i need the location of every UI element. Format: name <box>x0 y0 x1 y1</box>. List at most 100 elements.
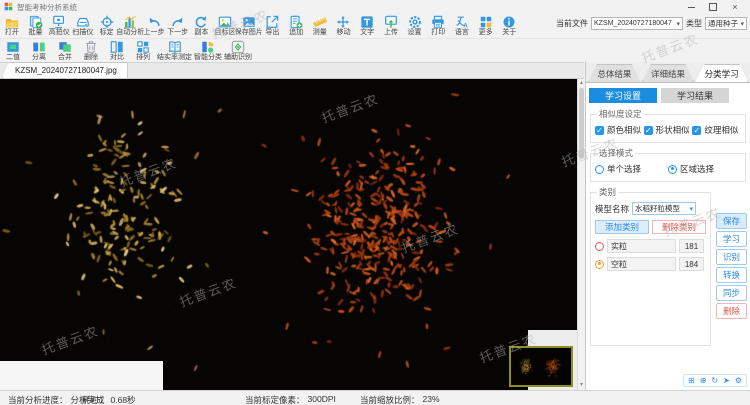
scroll-up-icon[interactable]: ▴ <box>578 80 585 87</box>
arrange-button-label: 排列 <box>136 54 150 62</box>
duplicate-button-label: 副本 <box>194 29 208 37</box>
move-button[interactable]: 移动 <box>332 14 356 37</box>
calibrate-button[interactable]: 标定 <box>95 14 119 37</box>
separate-icon <box>32 39 46 54</box>
compare-button[interactable]: 对比 <box>104 39 130 63</box>
close-button[interactable]: × <box>730 2 740 12</box>
about-icon <box>502 14 516 29</box>
delete-model-button[interactable]: 删除 <box>716 303 747 319</box>
shape-similar-checkbox[interactable]: ✓形状相似 <box>644 124 693 136</box>
settings-icon <box>408 14 422 29</box>
pointer-icon[interactable]: ➤ <box>723 376 730 385</box>
zoom-ratio-value: 23% <box>423 394 440 405</box>
convert-button[interactable]: 转换 <box>716 267 747 283</box>
upload-button[interactable]: 上传 <box>379 14 403 37</box>
image-canvas-area[interactable] <box>0 79 577 390</box>
redo-button[interactable]: 下一步 <box>166 14 190 37</box>
category-legend: 类别 <box>597 186 618 198</box>
tab-classification-learning[interactable]: 分类学习 <box>695 64 748 82</box>
rotate-icon[interactable]: ↻ <box>711 376 718 385</box>
filled-grain-row-count: 181 <box>679 239 704 253</box>
tab-overall-results[interactable]: 总体结果 <box>588 64 641 82</box>
separate-button[interactable]: 分离 <box>26 39 52 63</box>
svg-text:A: A <box>463 22 468 28</box>
save-image-button[interactable]: 保存图片 <box>237 14 261 37</box>
merge-button[interactable]: 合并 <box>52 39 78 63</box>
category-radio-icon[interactable] <box>595 260 604 269</box>
seed-image[interactable] <box>0 79 577 390</box>
measure-button[interactable]: 测量 <box>308 14 332 37</box>
locate-icon[interactable]: ⊕ <box>700 376 707 385</box>
delete-category-button[interactable]: 删除类别 <box>652 220 706 234</box>
add-category-button[interactable]: 添加类别 <box>595 220 649 234</box>
language-button[interactable]: A语言 <box>450 14 474 37</box>
filled-grain-row-name-input[interactable]: 实粒 <box>607 239 676 253</box>
append-button[interactable]: 追加 <box>284 14 308 37</box>
toolbar-right-controls: 当前文件 KZSM_20240727180047 ▾ 类型 通用种子 ▾ <box>556 17 750 30</box>
empty-grain-row-name-input[interactable]: 空粒 <box>607 257 676 271</box>
append-icon <box>289 14 303 29</box>
document-tab[interactable]: KZSM_20240727180047.jpg <box>2 62 128 78</box>
target-area-button[interactable]: 目标区 <box>213 14 237 37</box>
smart-classify-button[interactable]: 智能分类 <box>193 39 223 63</box>
tab-detailed-results[interactable]: 详细结果 <box>642 64 695 82</box>
compare-button-label: 对比 <box>110 54 124 62</box>
batch-button[interactable]: 批量 <box>24 14 48 37</box>
assist-recognize-button[interactable]: 辅助识别 <box>223 39 253 63</box>
scanner-icon <box>76 14 90 29</box>
language-button-label: 语言 <box>455 29 469 37</box>
learning-settings-button[interactable]: 学习设置 <box>589 88 657 103</box>
learn-button[interactable]: 学习 <box>716 231 747 247</box>
auto-analyze-icon <box>123 14 137 29</box>
model-select[interactable]: 水稻籽粒模型 ▾ <box>632 202 696 215</box>
canvas-blank-bottom-left <box>0 361 163 390</box>
current-file-value: KZSM_20240727180047 <box>594 20 672 27</box>
save-button[interactable]: 保存 <box>716 213 747 229</box>
print-button[interactable]: 打印 <box>426 14 450 37</box>
empty-grain-row: 空粒184 <box>595 257 706 271</box>
seed-rate-button[interactable]: 结实率测定 <box>156 39 193 63</box>
binary-button[interactable]: 二值 <box>0 39 26 63</box>
open-button[interactable]: 打开 <box>0 14 24 37</box>
fit-screen-icon[interactable]: ⊞ <box>688 376 695 385</box>
recognize-button[interactable]: 识别 <box>716 249 747 265</box>
current-file-select[interactable]: KZSM_20240727180047 ▾ <box>591 17 683 30</box>
more-button[interactable]: 更多 <box>474 14 498 37</box>
append-button-label: 追加 <box>289 29 303 37</box>
measure-icon <box>313 14 327 29</box>
texture-similar-checkbox-label: 纹理相似 <box>704 124 738 136</box>
sync-button[interactable]: 同步 <box>716 285 747 301</box>
undo-icon <box>147 14 161 29</box>
minimize-button[interactable] <box>686 2 696 12</box>
export-button[interactable]: 导出 <box>261 14 285 37</box>
scrollbar-thumb[interactable] <box>579 88 584 158</box>
auto-analyze-button[interactable]: 自动分析 <box>118 14 142 37</box>
learning-results-button[interactable]: 学习结果 <box>661 88 729 103</box>
select-mode-legend: 选择模式 <box>597 147 635 159</box>
elapsed-time-value: 0.68秒 <box>111 394 136 405</box>
tools-icon[interactable]: ⚙ <box>735 376 742 385</box>
checkbox-checked-icon: ✓ <box>595 126 604 135</box>
region-select-radio[interactable]: 区域选择 <box>668 163 741 175</box>
texture-similar-checkbox[interactable]: ✓纹理相似 <box>692 124 741 136</box>
arrange-button[interactable]: 排列 <box>130 39 156 63</box>
upload-button-label: 上传 <box>384 29 398 37</box>
single-select-radio[interactable]: 单个选择 <box>595 163 668 175</box>
minimap[interactable] <box>509 346 573 387</box>
scroll-down-icon[interactable]: ▾ <box>578 382 585 389</box>
undo-button[interactable]: 上一步 <box>142 14 166 37</box>
settings-button[interactable]: 设置 <box>403 14 427 37</box>
text-button[interactable]: 文字 <box>355 14 379 37</box>
delete-button[interactable]: 删除 <box>78 39 104 63</box>
category-radio-icon[interactable] <box>595 242 604 251</box>
about-button[interactable]: 关于 <box>497 14 521 37</box>
region-select-radio-label: 区域选择 <box>680 163 714 175</box>
maximize-button[interactable] <box>708 2 718 12</box>
doc-camera-button[interactable]: 高拍仪 <box>47 14 71 37</box>
duplicate-button[interactable]: 副本 <box>190 14 214 37</box>
type-select[interactable]: 通用种子 ▾ <box>705 17 747 30</box>
calibrate-button-label: 标定 <box>100 29 114 37</box>
color-similar-checkbox[interactable]: ✓颜色相似 <box>595 124 644 136</box>
scanner-button[interactable]: 扫描仪 <box>71 14 95 37</box>
vertical-scrollbar[interactable]: ▴ ▾ <box>577 79 585 390</box>
